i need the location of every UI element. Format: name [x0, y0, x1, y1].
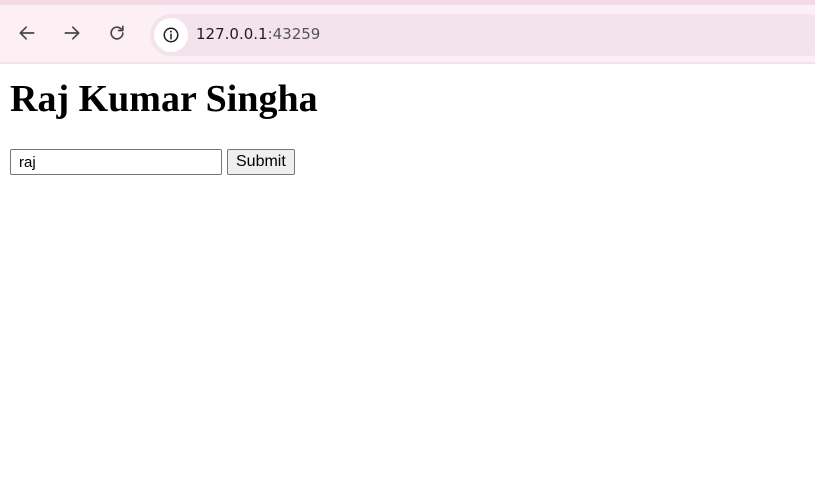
url-port: :43259 [267, 25, 321, 43]
url-text: 127.0.0.1:43259 [196, 25, 320, 43]
page-content: Raj Kumar Singha Submit [0, 64, 815, 492]
url-host: 127.0.0.1 [196, 25, 268, 43]
site-info-button[interactable] [154, 18, 188, 52]
text-input[interactable] [10, 149, 222, 175]
address-bar[interactable]: 127.0.0.1:43259 [150, 14, 815, 56]
reload-button[interactable] [103, 19, 131, 47]
page-heading: Raj Kumar Singha [10, 78, 318, 120]
arrow-left-icon [19, 26, 35, 40]
reload-icon [110, 25, 124, 40]
back-button[interactable] [13, 19, 41, 47]
info-icon [163, 27, 179, 43]
forward-button[interactable] [58, 19, 86, 47]
browser-toolbar: 127.0.0.1:43259 [0, 0, 815, 64]
arrow-right-icon [64, 26, 80, 40]
submit-button[interactable]: Submit [227, 149, 295, 175]
